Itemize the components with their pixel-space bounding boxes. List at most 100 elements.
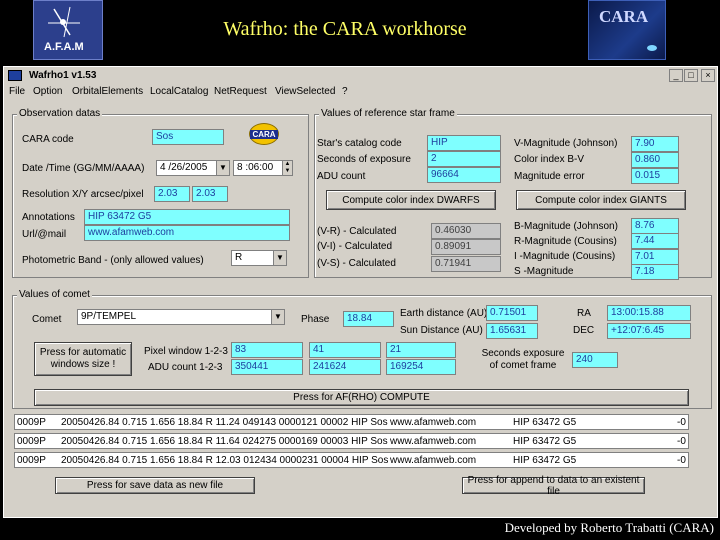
vs-calculated-label: (V-S) - Calculated xyxy=(317,258,396,269)
result-code: 0009P xyxy=(17,436,46,447)
cara-logo-button[interactable]: CARA xyxy=(249,123,279,145)
pixel-window-label: Pixel window 1-2-3 xyxy=(144,346,228,357)
menu-file[interactable]: File xyxy=(9,86,25,97)
maximize-button[interactable]: □ xyxy=(684,69,698,82)
result-data: 20050426.84 0.715 1.656 18.84 R 12.03 01… xyxy=(61,455,389,466)
photometric-band-select[interactable]: R ▼ xyxy=(231,250,287,266)
slide-title: Wafrho: the CARA workhorse xyxy=(223,18,467,40)
result-code: 0009P xyxy=(17,455,46,466)
pixel-window-1-field[interactable]: 83 xyxy=(231,342,303,358)
b-magnitude-label: B-Magnitude (Johnson) xyxy=(514,221,618,232)
chevron-down-icon[interactable]: ▼ xyxy=(271,310,284,324)
auto-window-size-button[interactable]: Press for automatic windows size ! xyxy=(34,342,132,376)
results-row[interactable]: 0009P 20050426.84 0.715 1.656 18.84 R 12… xyxy=(14,452,689,468)
i-magnitude-field[interactable]: 7.01 xyxy=(631,249,679,265)
menu-orbital-elements[interactable]: OrbitalElements xyxy=(72,86,143,97)
result-end: -0 xyxy=(677,436,686,447)
compute-giants-button[interactable]: Compute color index GIANTS xyxy=(516,190,686,210)
result-url: www.afamweb.com xyxy=(390,455,477,466)
afam-logo-text: A.F.A.M xyxy=(44,41,84,53)
reference-adu-field[interactable]: 96664 xyxy=(427,167,501,183)
adu-count-2-field[interactable]: 241624 xyxy=(309,359,381,375)
cara-logo: CARA xyxy=(588,0,666,60)
chevron-down-icon[interactable]: ▼ xyxy=(273,251,286,265)
calendar-dropdown-icon[interactable]: ▼ xyxy=(216,161,229,175)
catalog-code-label: Star's catalog code xyxy=(317,138,402,149)
save-new-file-button[interactable]: Press for save data as new file xyxy=(55,477,255,494)
vi-calculated-label: (V-I) - Calculated xyxy=(317,241,393,252)
cara-logo-button-text: CARA xyxy=(250,129,278,139)
color-index-bv-field[interactable]: 0.860 xyxy=(631,152,679,168)
comet-exposure-field[interactable]: 240 xyxy=(572,352,618,368)
observation-group-label: Observation datas xyxy=(17,108,103,119)
vr-calculated-field: 0.46030 xyxy=(431,223,501,239)
annotations-field[interactable]: HIP 63472 G5 xyxy=(84,209,290,225)
color-index-bv-label: Color index B-V xyxy=(514,154,585,165)
menu-help[interactable]: ? xyxy=(342,86,348,97)
resolution-x-field[interactable]: 2.03 xyxy=(154,186,190,202)
result-url: www.afamweb.com xyxy=(390,417,477,428)
close-button[interactable]: × xyxy=(701,69,715,82)
slide-footer: Developed by Roberto Trabatti (CARA) xyxy=(504,520,714,535)
compute-dwarfs-button[interactable]: Compute color index DWARFS xyxy=(326,190,496,210)
comet-group-label: Values of comet xyxy=(17,289,92,300)
time-value: 8 :06:00 xyxy=(237,162,274,173)
results-list: 0009P 20050426.84 0.715 1.656 18.84 R 11… xyxy=(12,412,692,470)
reference-adu-label: ADU count xyxy=(317,171,366,182)
v-magnitude-field[interactable]: 7.90 xyxy=(631,136,679,152)
adu-count-1-field[interactable]: 350441 xyxy=(231,359,303,375)
v-magnitude-label: V-Magnitude (Johnson) xyxy=(514,138,618,149)
cara-code-field[interactable]: Sos xyxy=(152,129,224,145)
r-magnitude-field[interactable]: 7.44 xyxy=(631,233,679,249)
phase-field[interactable]: 18.84 xyxy=(343,311,394,327)
menu-option[interactable]: Option xyxy=(33,86,62,97)
comet-exposure-label: Seconds exposure of comet frame xyxy=(481,348,565,371)
results-row[interactable]: 0009P 20050426.84 0.715 1.656 18.84 R 11… xyxy=(14,414,689,430)
b-magnitude-field[interactable]: 8.76 xyxy=(631,218,679,234)
catalog-code-field[interactable]: HIP xyxy=(427,135,501,151)
minimize-button[interactable]: _ xyxy=(669,69,683,82)
s-magnitude-field[interactable]: 7.18 xyxy=(631,264,679,280)
earth-distance-field[interactable]: 0.71501 xyxy=(486,305,538,321)
menu-net-request[interactable]: NetRequest xyxy=(214,86,267,97)
comet-select[interactable]: 9P/TEMPEL ▼ xyxy=(77,309,285,325)
phase-label: Phase xyxy=(301,314,330,325)
date-field[interactable]: 4 /26/2005 ▼ xyxy=(156,160,230,176)
time-field[interactable]: 8 :06:00 ▲ ▼ xyxy=(233,160,293,176)
ra-field[interactable]: 13:00:15.88 xyxy=(607,305,691,321)
afrho-compute-button[interactable]: Press for AF(RHO) COMPUTE xyxy=(34,389,689,406)
dec-field[interactable]: +12:07:6.45 xyxy=(607,323,691,339)
pixel-window-2-field[interactable]: 41 xyxy=(309,342,381,358)
time-spinner-icon[interactable]: ▲ ▼ xyxy=(282,161,292,175)
url-field[interactable]: www.afamweb.com xyxy=(84,225,290,241)
results-row[interactable]: 0009P 20050426.84 0.715 1.656 18.84 R 11… xyxy=(14,433,689,449)
afam-logo: A.F.A.M xyxy=(33,0,103,60)
pixel-window-3-field[interactable]: 21 xyxy=(386,342,456,358)
vi-calculated-field: 0.89091 xyxy=(431,239,501,255)
vs-calculated-field: 0.71941 xyxy=(431,256,501,272)
cara-logo-text: CARA xyxy=(599,7,649,26)
comet-value: 9P/TEMPEL xyxy=(81,311,137,322)
result-note: HIP 63472 G5 xyxy=(513,436,577,447)
comet-label: Comet xyxy=(32,314,62,325)
s-magnitude-label: S -Magnitude xyxy=(514,266,574,277)
r-magnitude-label: R-Magnitude (Cousins) xyxy=(514,236,617,247)
annotations-label: Annotations xyxy=(22,212,75,223)
menu-view-selected[interactable]: ViewSelected xyxy=(275,86,335,97)
adu-count-3-field[interactable]: 169254 xyxy=(386,359,456,375)
result-note: HIP 63472 G5 xyxy=(513,455,577,466)
magnitude-error-field[interactable]: 0.015 xyxy=(631,168,679,184)
menu-bar: File Option OrbitalElements LocalCatalog… xyxy=(4,85,717,99)
resolution-y-field[interactable]: 2.03 xyxy=(192,186,228,202)
resolution-label: Resolution X/Y arcsec/pixel xyxy=(22,189,144,200)
reference-exposure-field[interactable]: 2 xyxy=(427,151,501,167)
menu-local-catalog[interactable]: LocalCatalog xyxy=(150,86,208,97)
app-window: Wafrho1 v1.53 _ □ × File Option OrbitalE… xyxy=(3,66,718,518)
result-end: -0 xyxy=(677,417,686,428)
sun-distance-field[interactable]: 1.65631 xyxy=(486,323,538,339)
url-label: Url/@mail xyxy=(22,229,67,240)
magnitude-error-label: Magnitude error xyxy=(514,171,585,182)
i-magnitude-label: I -Magnitude (Cousins) xyxy=(514,251,616,262)
append-file-button[interactable]: Press for append to data to an existent … xyxy=(462,475,645,497)
photometric-band-value: R xyxy=(235,252,243,263)
